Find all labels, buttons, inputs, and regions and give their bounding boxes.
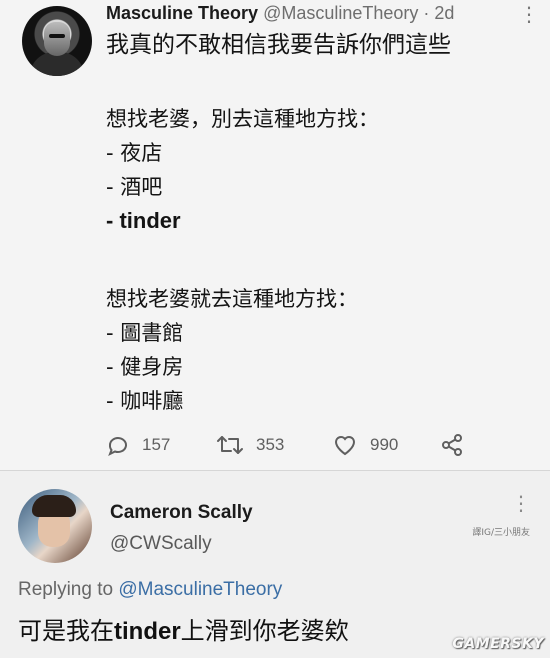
tweet-block-go: 想找老婆就去這種地方找： - 圖書館 - 健身房 - 咖啡廳 — [106, 282, 536, 418]
replying-prefix: Replying to — [18, 579, 119, 600]
list-item: - 酒吧 — [106, 175, 163, 199]
heart-icon — [334, 436, 356, 456]
list-item: - 健身房 — [106, 355, 184, 379]
reply-text-part: 可是我在 — [18, 617, 114, 645]
retweet-button[interactable]: 353 — [216, 430, 284, 460]
author-handle[interactable]: @MasculineTheory — [263, 3, 418, 23]
reply-text: 可是我在tinder上滑到你老婆欸 — [18, 611, 349, 646]
block-heading: 想找老婆，別去這種地方找： — [106, 107, 379, 131]
tweet-actions: 157 353 990 — [106, 430, 526, 460]
reply-author-name[interactable]: Cameron Scally — [110, 502, 253, 524]
avatar-eyes — [49, 34, 65, 38]
share-button[interactable] — [440, 430, 476, 460]
like-count: 990 — [370, 435, 399, 454]
reply-text-part: tinder — [114, 618, 181, 645]
translation-credit: 譯IG/三小朋友 — [472, 528, 530, 538]
tweet: Masculine Theory @MasculineTheory · 2d ⋮… — [0, 0, 550, 470]
more-options-icon[interactable]: ⋮ — [519, 2, 540, 27]
mention-link[interactable]: @MasculineTheory — [118, 579, 282, 600]
tweet-line-1: 我真的不敢相信我要告訴你們這些 — [106, 32, 451, 58]
comment-icon — [108, 437, 127, 457]
tweet-block-avoid: 想找老婆，別去這種地方找： - 夜店 - 酒吧 - tinder — [106, 102, 536, 238]
reply-tweet: Cameron Scally @CWScally ⋮ 譯IG/三小朋友 Repl… — [0, 471, 550, 658]
share-icon — [442, 434, 462, 456]
author-name[interactable]: Masculine Theory — [106, 3, 258, 23]
replying-to: Replying to @MasculineTheory — [18, 579, 282, 601]
retweet-icon — [217, 436, 243, 454]
reply-author-handle[interactable]: @CWScally — [110, 533, 212, 555]
reply-button[interactable]: 157 — [106, 430, 170, 460]
reply-text-part: 上滑到你老婆欸 — [180, 617, 349, 645]
avatar-hair — [32, 495, 76, 517]
block-heading: 想找老婆就去這種地方找： — [106, 287, 358, 311]
avatar-masculine-theory[interactable] — [22, 6, 92, 76]
tweet-header: Masculine Theory @MasculineTheory · 2d — [106, 2, 454, 24]
watermark-logo: GAMERSKY — [452, 636, 544, 652]
reply-count: 157 — [142, 435, 171, 454]
more-options-icon[interactable]: ⋮ — [511, 491, 532, 516]
list-item: - 夜店 — [106, 141, 163, 165]
avatar-face — [44, 22, 70, 56]
list-item: - 咖啡廳 — [106, 389, 184, 413]
like-button[interactable]: 990 — [332, 430, 398, 460]
list-item: - 圖書館 — [106, 321, 184, 345]
list-item: - tinder — [106, 208, 181, 233]
avatar-cameron-scally[interactable] — [18, 489, 92, 563]
retweet-count: 353 — [256, 435, 285, 454]
tweet-time[interactable]: 2d — [434, 3, 454, 23]
time-separator: · — [418, 3, 435, 23]
